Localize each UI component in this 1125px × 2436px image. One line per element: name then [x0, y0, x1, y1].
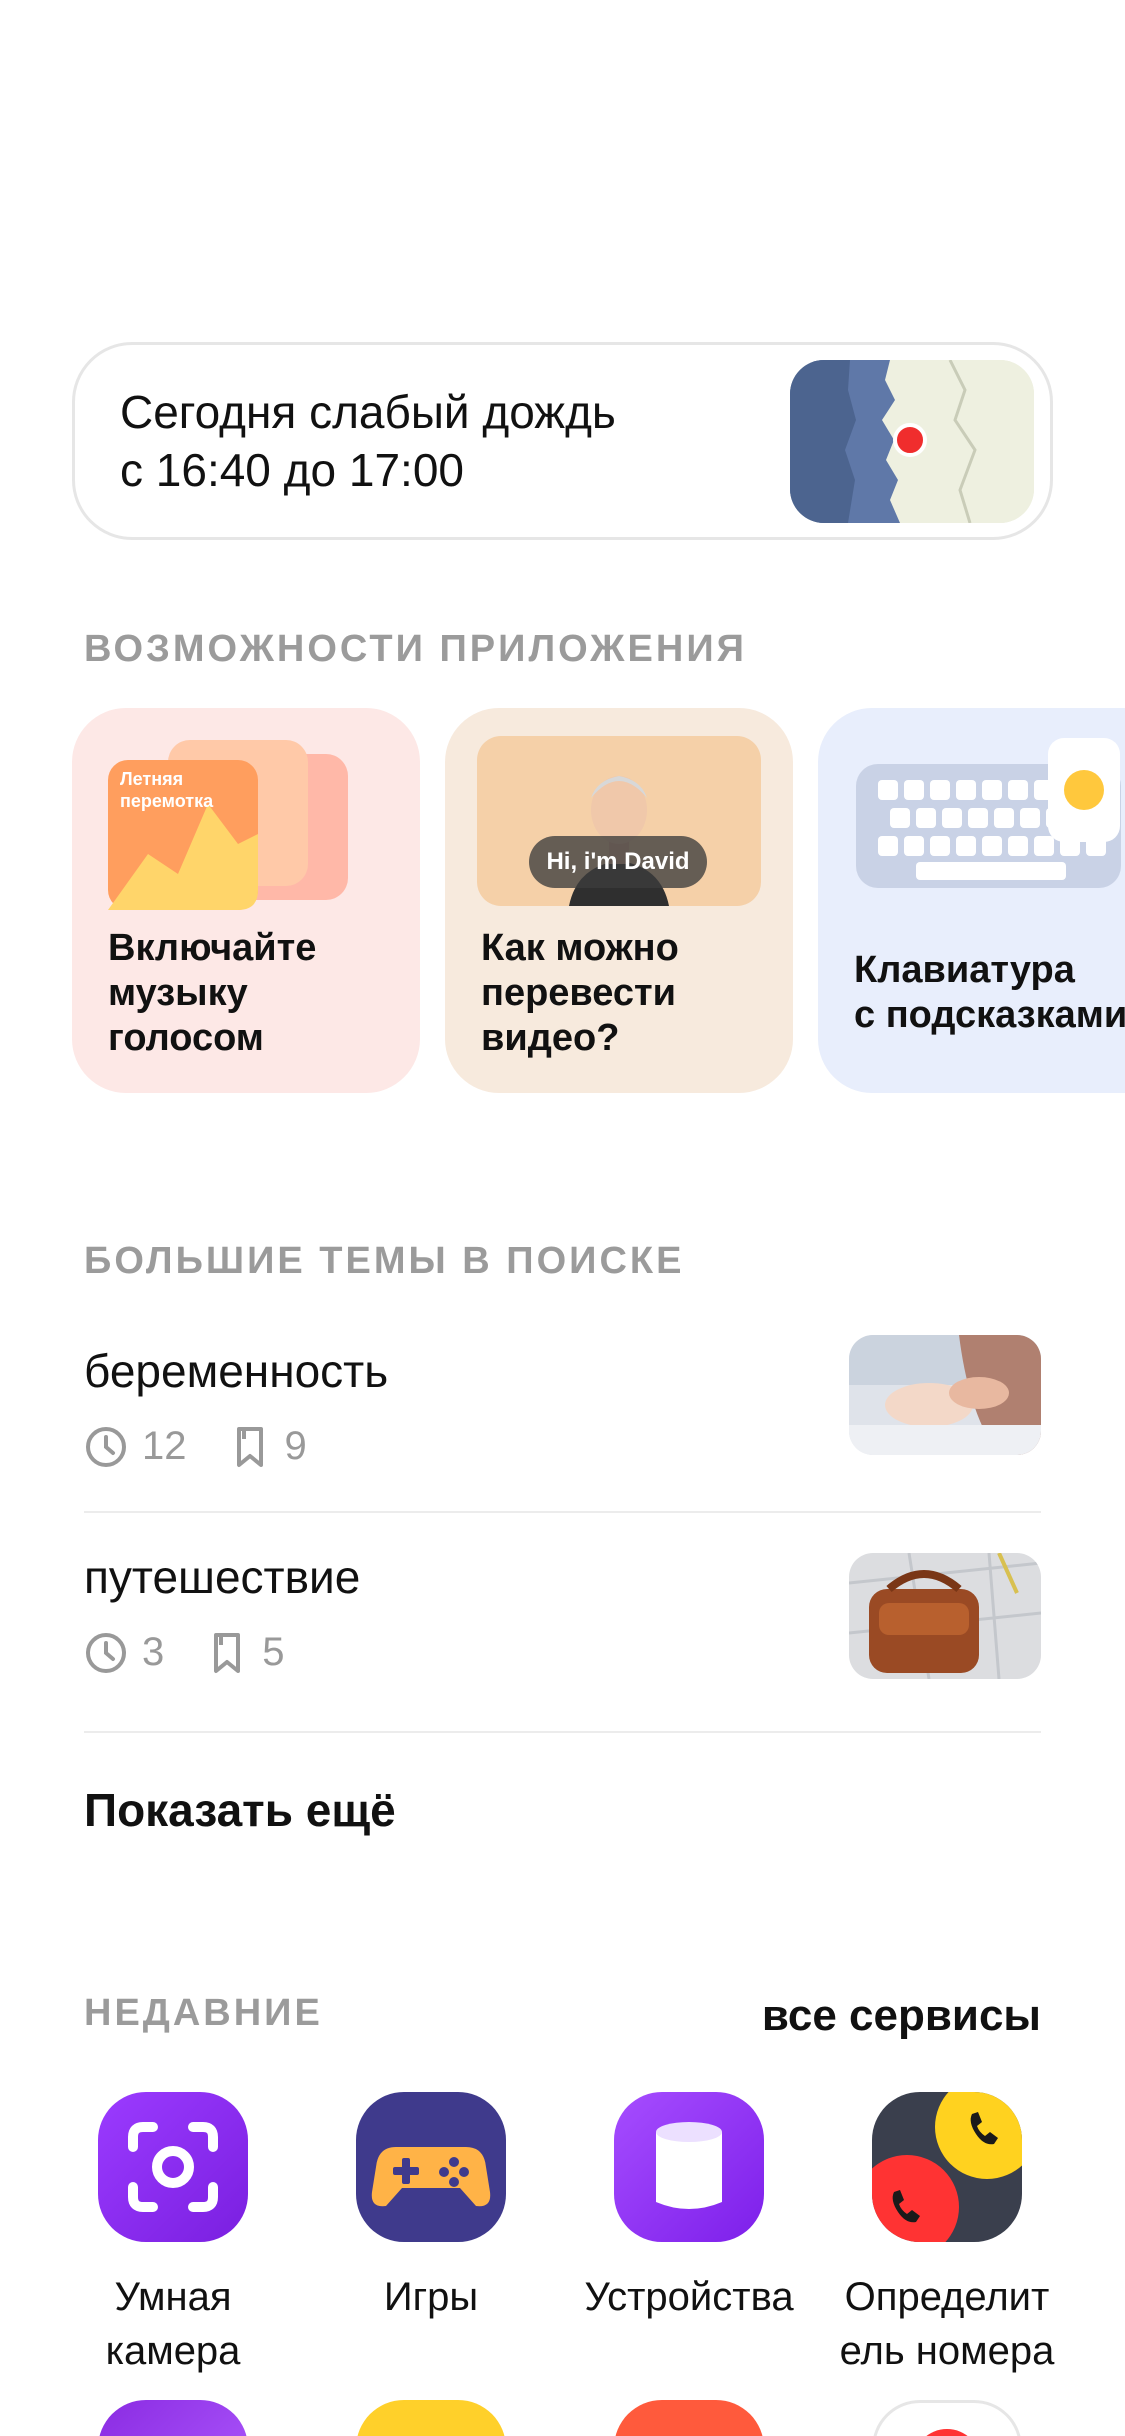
label-line: ель номера	[839, 2329, 1055, 2373]
label-line: Игры	[383, 2275, 479, 2319]
thumb-caption-line-2: перемотка	[120, 791, 214, 811]
features-carousel[interactable]: Летняя перемотка Включайте музыку голосо…	[72, 708, 1125, 1093]
summer-rewind-thumbnail	[108, 740, 348, 910]
history-count: 12	[142, 1424, 187, 1468]
keyboard-thumbnail	[856, 738, 1121, 888]
app-smart-camera[interactable]: Умная камера	[53, 2092, 293, 2378]
feature-card-keyboard[interactable]: Клавиатура с подсказками	[818, 708, 1125, 1093]
history-count: 3	[142, 1630, 165, 1674]
topic-meta: 12 9	[84, 1424, 307, 1469]
rain-map-thumbnail	[790, 360, 1034, 523]
thumb-caption: Летняя перемотка	[120, 768, 213, 812]
baby-hands-image	[849, 1335, 1041, 1455]
title-line: с подсказками	[854, 994, 1125, 1036]
title-line: голосом	[108, 1017, 264, 1059]
divider	[84, 1511, 1041, 1513]
title-line: перевести	[481, 972, 677, 1014]
feature-card-video-translate[interactable]: Hi, i'm David Как можно перевести видео?	[445, 708, 793, 1093]
app-label: Умная камера	[53, 2270, 293, 2378]
app-icon-partial[interactable]	[356, 2400, 506, 2436]
title-line: Как можно	[481, 927, 679, 969]
clock-icon	[86, 1426, 126, 1467]
app-icon-partial[interactable]	[872, 2400, 1022, 2436]
bookmark-icon	[214, 1632, 241, 1673]
bookmark-icon	[236, 1426, 263, 1467]
thumb-caption-line-1: Летняя	[120, 769, 184, 789]
topic-thumbnail	[849, 1335, 1041, 1455]
weather-line-2: с 16:40 до 17:00	[120, 444, 464, 496]
weather-line-1: Сегодня слабый дождь	[120, 386, 616, 438]
ok-hand-emoji-icon	[1064, 770, 1104, 810]
title-line: видео?	[481, 1017, 620, 1059]
topics-section-title: БОЛЬШИЕ ТЕМЫ В ПОИСКЕ	[84, 1240, 685, 1282]
title-line: музыку	[108, 972, 248, 1014]
features-section-title: ВОЗМОЖНОСТИ ПРИЛОЖЕНИЯ	[84, 628, 747, 670]
smart-camera-icon	[98, 2092, 248, 2242]
speaker-device-icon	[614, 2092, 764, 2242]
recent-section-title: НЕДАВНИЕ	[84, 1992, 323, 2034]
subtitle-bubble: Hi, i'm David	[529, 836, 707, 888]
topic-row[interactable]: путешествие 3 5	[84, 1550, 1041, 1680]
title-line: Включайте	[108, 927, 317, 969]
topic-meta: 3 5	[84, 1630, 285, 1675]
topic-row[interactable]: беременность 12 9	[84, 1335, 1041, 1474]
weather-card[interactable]: Сегодня слабый дождь с 16:40 до 17:00	[72, 342, 1053, 540]
app-caller-id[interactable]: Определит ель номера	[827, 2092, 1067, 2378]
bookmark-count: 9	[284, 1424, 307, 1468]
app-icon-partial[interactable]	[614, 2400, 764, 2436]
red-circle-icon	[926, 2429, 968, 2436]
app-icon-partial[interactable]	[98, 2400, 248, 2436]
bookmark-count: 5	[262, 1630, 285, 1674]
label-line: Определит	[844, 2275, 1050, 2319]
location-pin-icon	[893, 423, 927, 457]
weather-text: Сегодня слабый дождь с 16:40 до 17:00	[120, 383, 616, 499]
topic-thumbnail	[849, 1553, 1041, 1679]
clock-icon	[86, 1632, 126, 1673]
gamepad-icon	[356, 2092, 506, 2242]
all-services-link[interactable]: все сервисы	[762, 1991, 1041, 2041]
backpack-map-image	[849, 1553, 1041, 1679]
title-line: Клавиатура	[854, 949, 1075, 991]
topic-title: беременность	[84, 1345, 389, 1397]
show-more-button[interactable]: Показать ещё	[84, 1783, 396, 1837]
app-label: Игры	[311, 2270, 551, 2324]
app-devices[interactable]: Устройства	[569, 2092, 809, 2324]
map-icon	[790, 360, 1034, 523]
feature-card-title: Клавиатура с подсказками	[854, 948, 1125, 1038]
topic-title: путешествие	[84, 1551, 361, 1603]
divider	[84, 1731, 1041, 1733]
label-line: Устройства	[584, 2275, 794, 2319]
label-line: Умная	[114, 2275, 232, 2319]
app-label: Устройства	[569, 2270, 809, 2324]
label-line: камера	[105, 2329, 241, 2373]
feature-card-title: Как можно перевести видео?	[481, 926, 679, 1061]
feature-card-music[interactable]: Летняя перемотка Включайте музыку голосо…	[72, 708, 420, 1093]
app-label: Определит ель номера	[827, 2270, 1067, 2378]
caller-id-icon	[872, 2092, 1022, 2242]
feature-card-title: Включайте музыку голосом	[108, 926, 316, 1061]
app-games[interactable]: Игры	[311, 2092, 551, 2324]
